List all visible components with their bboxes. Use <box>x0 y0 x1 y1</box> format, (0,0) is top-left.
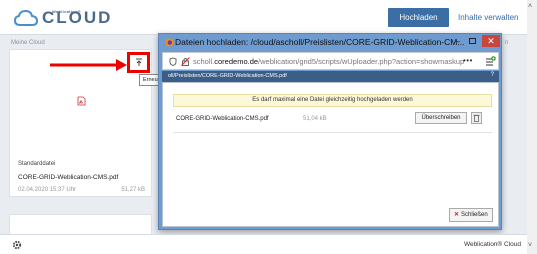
pdf-file-icon <box>77 96 86 106</box>
url-bar[interactable]: scholl.coredemo.de/weblication/grid5/scr… <box>162 52 499 70</box>
file-date: 02.04.2020 15:37 Uhr <box>18 187 77 193</box>
upload-popup-window[interactable]: Dateien hochladen: /cloud/ascholl/Preisl… <box>158 33 502 230</box>
app-header: CLOUD Weblication® Hochladen Inhalte ver… <box>0 0 527 35</box>
scroll-up-arrow-icon[interactable]: ˄ <box>528 3 532 10</box>
red-arrow-annotation <box>50 59 127 71</box>
url-domain: coredemo.de <box>214 57 259 66</box>
hamburger-menu-icon[interactable] <box>485 56 496 67</box>
logo[interactable]: CLOUD Weblication® <box>14 8 112 28</box>
upload-file-size: 51,04 kB <box>303 116 327 122</box>
url-prefix: scholl. <box>193 57 215 66</box>
close-dialog-button[interactable]: ✕ Schließen <box>449 208 493 222</box>
dialog-titlebar: oll/Preislisten/CORE-GRID-Weblication-CM… <box>162 71 499 82</box>
firefox-icon <box>165 38 174 47</box>
upload-arrow-icon <box>136 58 142 66</box>
shield-icon[interactable] <box>169 57 177 66</box>
file-name[interactable]: CORE-GRID-Weblication-CMS.pdf <box>18 174 118 181</box>
file-type-label: Standarddatei <box>18 161 56 167</box>
insecure-lock-icon[interactable] <box>181 57 190 66</box>
cloud-icon <box>14 9 38 26</box>
url-path: /weblication/grid5/scripts/wUploader.php… <box>258 57 465 66</box>
remove-file-button[interactable] <box>471 112 482 124</box>
right-heading-partial: n <box>505 40 509 46</box>
popup-title: Dateien hochladen: /cloud/ascholl/Preisl… <box>175 37 465 47</box>
dialog-title: oll/Preislisten/CORE-GRID-Weblication-CM… <box>168 73 287 79</box>
reupload-button[interactable] <box>127 52 150 73</box>
upload-button[interactable]: Hochladen <box>388 8 449 27</box>
maximize-button[interactable] <box>469 38 476 44</box>
minimize-button[interactable]: – <box>455 36 460 46</box>
logo-subtitle: Weblication® <box>52 9 81 14</box>
page-title: Meine Cloud <box>11 40 45 46</box>
footer-bar: Weblication® Cloud <box>0 234 527 254</box>
close-label: Schließen <box>461 212 488 218</box>
scroll-down-arrow-icon[interactable]: ˅ <box>528 242 532 249</box>
upload-file-name: CORE-GRID-Weblication-CMS.pdf <box>176 116 269 122</box>
footer-brand: Weblication® Cloud <box>463 241 521 248</box>
divider <box>173 132 492 133</box>
file-size: 51,27 kB <box>121 187 145 193</box>
popup-titlebar[interactable]: Dateien hochladen: /cloud/ascholl/Preisl… <box>159 34 501 51</box>
page-scrollbar[interactable]: ˄ ˅ <box>527 0 537 254</box>
url-text[interactable]: scholl.coredemo.de/weblication/grid5/scr… <box>193 57 464 66</box>
trash-icon <box>473 114 480 122</box>
dialog-content: Es darf maximal eine Datei gleichzeitig … <box>162 82 499 227</box>
window-close-button[interactable]: ✕ <box>482 35 500 47</box>
close-icon: ✕ <box>454 212 460 218</box>
gear-icon[interactable] <box>12 240 22 250</box>
page-actions-menu-button[interactable]: ••• <box>463 56 473 65</box>
upload-notice: Es darf maximal eine Datei gleichzeitig … <box>173 94 492 107</box>
manage-content-link[interactable]: Inhalte verwalten <box>458 13 518 22</box>
help-button[interactable]: ? <box>491 72 494 78</box>
file-card-2[interactable] <box>9 214 152 234</box>
overwrite-button[interactable]: Überschreiben <box>415 112 467 124</box>
